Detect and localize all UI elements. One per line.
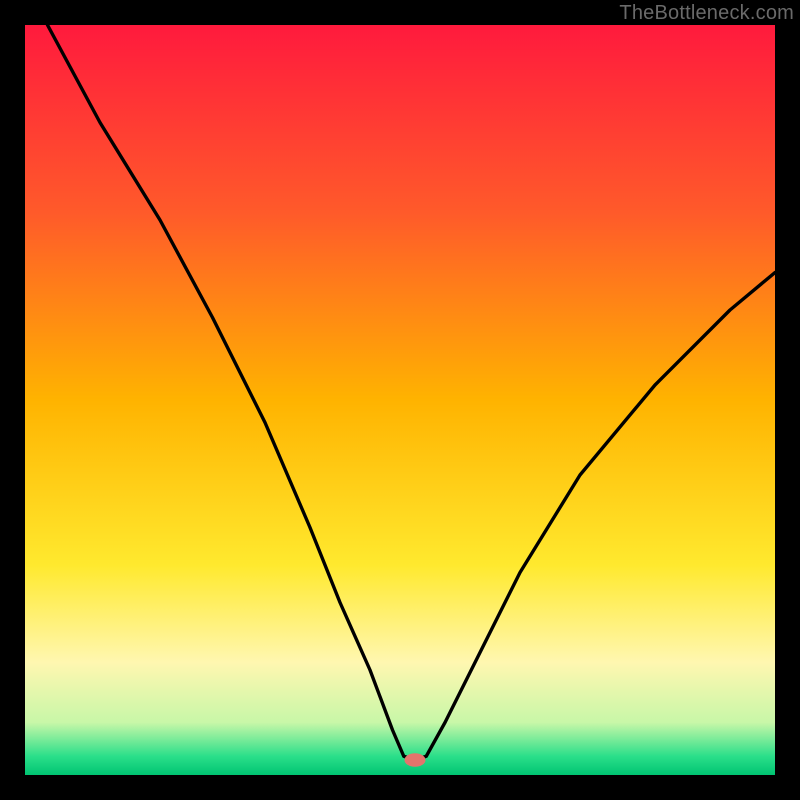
chart-frame: TheBottleneck.com: [0, 0, 800, 800]
gradient-background: [25, 25, 775, 775]
watermark-text: TheBottleneck.com: [619, 2, 794, 25]
optimum-marker: [405, 753, 426, 767]
bottleneck-chart: [25, 25, 775, 775]
